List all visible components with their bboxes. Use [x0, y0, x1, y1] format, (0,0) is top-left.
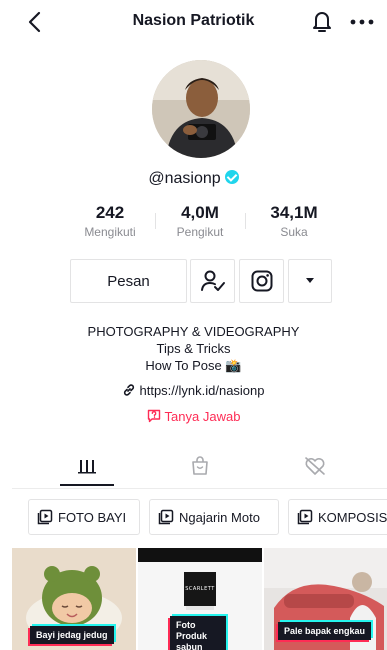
product-label-text: SCARLETT [185, 586, 215, 592]
stat-following[interactable]: 242 Mengikuti [70, 203, 150, 241]
playlist-label: FOTO BAYI [58, 509, 127, 525]
video-thumbnail[interactable]: Pale bapak engkau [264, 548, 387, 650]
username: @nasionp [0, 170, 387, 188]
playlist-row: FOTO BAYI Ngajarin Moto KOMPOSIS [28, 499, 387, 535]
profile-bio: PHOTOGRAPHY & VIDEOGRAPHY Tips & Tricks … [0, 323, 387, 374]
grid-icon [78, 460, 96, 474]
playlist-chip-komposisi[interactable]: KOMPOSIS [288, 499, 387, 535]
shopping-bag-icon [192, 456, 208, 475]
instagram-button[interactable] [239, 259, 284, 303]
top-bar: Nasion Patriotik [0, 0, 387, 44]
hidden-heart-icon [305, 457, 325, 475]
playlist-chip-foto-bayi[interactable]: FOTO BAYI [28, 499, 140, 535]
stat-following-value: 242 [95, 203, 125, 222]
question-chat-icon [147, 409, 160, 423]
content-tabs [12, 446, 387, 489]
following-status-button[interactable] [190, 259, 235, 303]
video-caption: Bayi jedag jedug [30, 626, 114, 644]
stat-following-label: Mengikuti [84, 225, 136, 239]
tab-shop[interactable] [150, 446, 250, 486]
stat-likes-value: 34,1M [270, 203, 318, 222]
playlist-chip-ngajarin-moto[interactable]: Ngajarin Moto [149, 499, 279, 535]
video-grid: Bayi jedag jedug SCARLETT Foto Produk sa… [12, 548, 387, 650]
avatar-image [152, 60, 250, 158]
bio-line: PHOTOGRAPHY & VIDEOGRAPHY [87, 324, 300, 339]
video-caption: Pale bapak engkau [278, 622, 372, 640]
video-thumbnail[interactable]: SCARLETT Foto Produk sabun [138, 548, 262, 650]
bio-line: How To Pose 📸 [0, 357, 387, 374]
tab-liked[interactable] [265, 446, 365, 486]
profile-stats: 242 Mengikuti 4,0M Pengikut 34,1M Suka [70, 203, 330, 243]
stat-followers-value: 4,0M [181, 203, 219, 222]
bio-line: Tips & Tricks [156, 341, 231, 356]
bell-icon[interactable] [310, 9, 334, 35]
playlist-icon [37, 509, 53, 525]
stat-followers[interactable]: 4,0M Pengikut [162, 203, 238, 241]
caret-down-icon [306, 278, 314, 283]
playlist-label: KOMPOSIS [318, 509, 387, 525]
playlist-label: Ngajarin Moto [179, 509, 260, 525]
qa-label: Tanya Jawab [164, 409, 241, 424]
message-button[interactable]: Pesan [70, 259, 187, 303]
user-check-icon [200, 270, 225, 291]
stat-divider [245, 213, 246, 229]
link-icon [124, 384, 135, 396]
instagram-icon [251, 270, 272, 292]
profile-actions: Pesan [0, 259, 387, 303]
video-caption: Foto Produk sabun [170, 616, 226, 650]
active-tab-indicator [60, 484, 114, 486]
suggested-accounts-button[interactable] [288, 259, 332, 303]
verified-badge-icon [224, 170, 239, 184]
avatar[interactable] [152, 60, 250, 158]
tab-videos[interactable] [37, 446, 137, 486]
bio-link[interactable]: https://lynk.id/nasionp [0, 383, 387, 398]
bio-link-text: https://lynk.id/nasionp [139, 383, 265, 398]
playlist-icon [158, 509, 174, 525]
stat-followers-label: Pengikut [176, 225, 224, 239]
more-options-icon[interactable] [349, 12, 375, 32]
qa-link[interactable]: Tanya Jawab [0, 409, 387, 424]
bio-line-text: How To Pose [145, 358, 222, 373]
stat-likes-label: Suka [280, 225, 308, 239]
username-text: @nasionp [148, 170, 221, 187]
video-thumbnail[interactable]: Bayi jedag jedug [12, 548, 136, 650]
stat-likes[interactable]: 34,1M Suka [258, 203, 330, 241]
stat-divider [155, 213, 156, 229]
playlist-icon [297, 509, 313, 525]
camera-flash-emoji: 📸 [225, 358, 242, 373]
